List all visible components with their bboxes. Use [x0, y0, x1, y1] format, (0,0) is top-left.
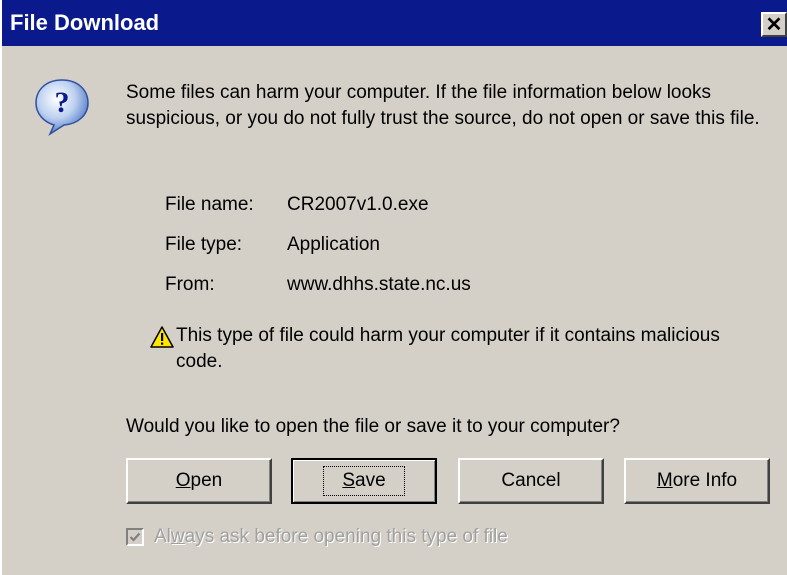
close-button[interactable]: ✕	[761, 12, 787, 37]
cancel-button[interactable]: Cancel	[458, 458, 604, 504]
question-icon: ?	[35, 79, 89, 136]
warning-icon	[150, 326, 174, 348]
file-type-label: File type:	[165, 234, 243, 255]
open-button[interactable]: Open	[126, 458, 272, 504]
file-name-label: File name:	[165, 194, 254, 215]
save-button[interactable]: Save	[291, 458, 437, 504]
warning-text: This type of file could harm your comput…	[176, 325, 720, 372]
title-bar[interactable]: File Download ✕	[2, 0, 787, 46]
checkmark-icon	[129, 532, 141, 542]
always-ask-checkbox-row: Always ask before opening this type of f…	[126, 526, 508, 548]
save-button-label: Save	[323, 466, 405, 496]
svg-text:?: ?	[55, 86, 70, 119]
close-icon: ✕	[765, 13, 783, 36]
more-info-button[interactable]: More Info	[624, 458, 770, 504]
security-message: Some files can harm your computer. If th…	[126, 82, 760, 129]
open-button-label: Open	[175, 470, 223, 491]
cancel-button-label: Cancel	[501, 470, 561, 491]
always-ask-checkbox	[126, 528, 144, 546]
from-value: www.dhhs.state.nc.us	[287, 274, 471, 295]
more-info-button-label: More Info	[656, 470, 738, 491]
file-type-value: Application	[287, 234, 380, 255]
from-label: From:	[165, 274, 215, 295]
always-ask-label: Always ask before opening this type of f…	[154, 526, 508, 547]
window-title: File Download	[10, 10, 160, 35]
question-text: Would you like to open the file or save …	[126, 416, 620, 437]
file-download-dialog: File Download ✕ ? Some files can harm yo…	[0, 0, 787, 575]
file-name-value: CR2007v1.0.exe	[287, 194, 429, 215]
